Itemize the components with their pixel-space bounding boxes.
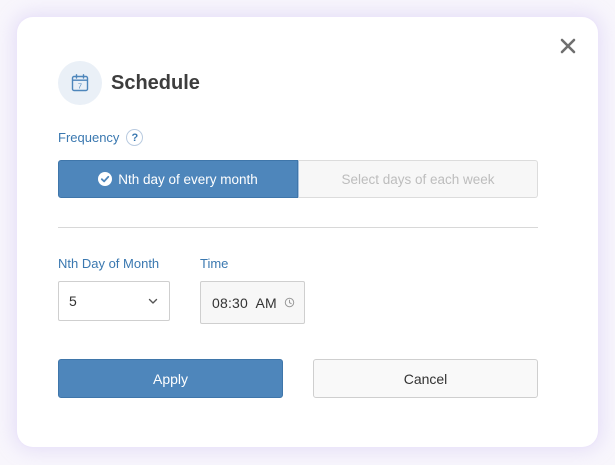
nth-day-select[interactable]: 5 xyxy=(58,281,170,321)
header-icon-badge: 7 xyxy=(58,61,102,105)
frequency-option-label: Select days of each week xyxy=(341,171,495,187)
section-divider xyxy=(58,227,538,228)
check-circle-icon xyxy=(98,172,113,186)
schedule-dialog: 7 Schedule Frequency ? Nth day of every … xyxy=(17,17,598,447)
apply-button[interactable]: Apply xyxy=(58,359,283,398)
close-icon xyxy=(560,38,576,54)
clock-icon xyxy=(284,297,295,308)
calendar-icon: 7 xyxy=(71,74,89,92)
help-icon[interactable]: ? xyxy=(126,129,144,146)
frequency-label: Frequency xyxy=(58,130,120,145)
frequency-segmented-control: Nth day of every month Select days of ea… xyxy=(58,160,538,198)
frequency-label-row: Frequency ? xyxy=(58,129,144,146)
cancel-button[interactable]: Cancel xyxy=(313,359,538,398)
close-button[interactable] xyxy=(558,36,578,56)
dialog-title: Schedule xyxy=(111,71,200,94)
frequency-option-nth-day[interactable]: Nth day of every month xyxy=(58,160,298,198)
time-label: Time xyxy=(200,256,229,271)
calendar-day-number: 7 xyxy=(78,82,82,91)
chevron-down-icon xyxy=(148,298,158,304)
nth-day-value: 5 xyxy=(69,293,77,309)
nth-day-label: Nth Day of Month xyxy=(58,256,160,271)
frequency-option-weekdays[interactable]: Select days of each week xyxy=(298,160,538,198)
time-value: 08:30 AM xyxy=(212,294,277,311)
time-input[interactable]: 08:30 AM xyxy=(200,281,305,324)
dialog-header: 7 Schedule xyxy=(58,61,200,105)
frequency-option-label: Nth day of every month xyxy=(118,171,258,187)
